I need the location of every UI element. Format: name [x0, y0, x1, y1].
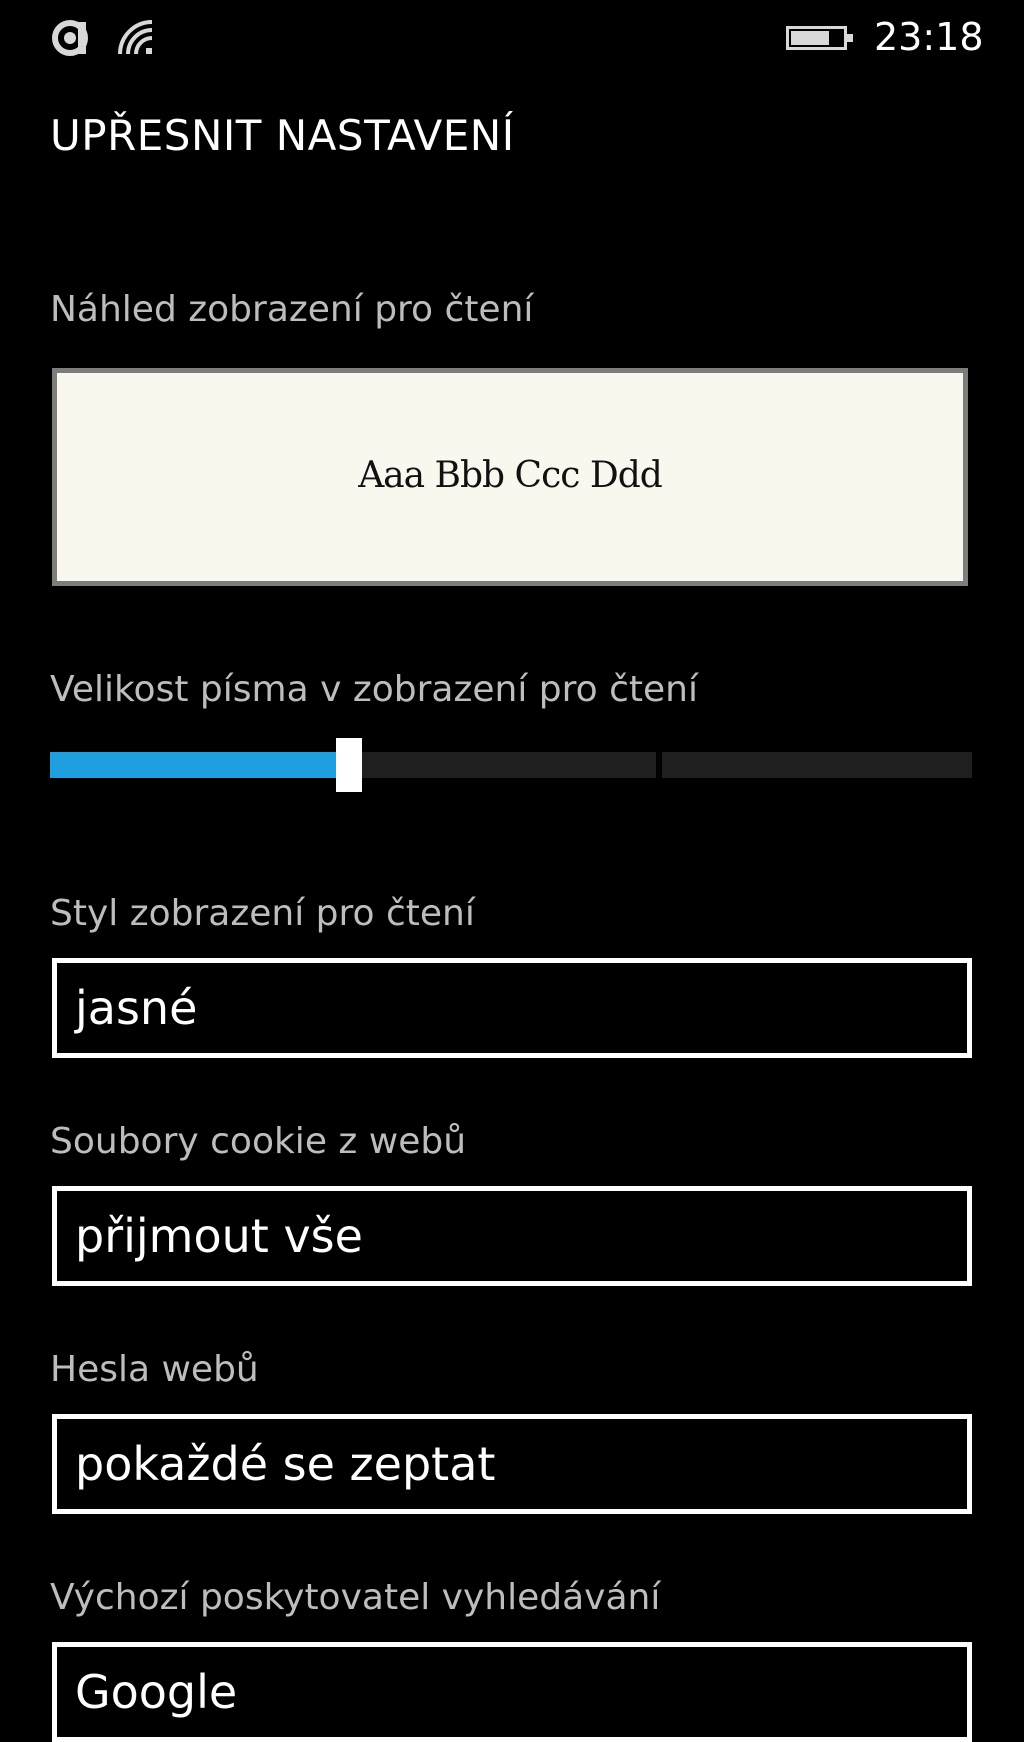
passwords-label: Hesla webů: [50, 1349, 259, 1390]
search-provider-label: Výchozí poskytovatel vyhledávání: [50, 1577, 661, 1618]
cookies-select[interactable]: přijmout vše: [52, 1186, 972, 1286]
passwords-select[interactable]: pokaždé se zeptat: [52, 1414, 972, 1514]
reading-style-label: Styl zobrazení pro čtení: [50, 893, 475, 934]
search-provider-select[interactable]: Google: [52, 1642, 972, 1742]
page-title: UPŘESNIT NASTAVENÍ: [50, 111, 515, 160]
reading-preview-label: Náhled zobrazení pro čtení: [50, 289, 534, 330]
font-size-label: Velikost písma v zobrazení pro čtení: [50, 669, 698, 710]
battery-icon: [786, 26, 853, 50]
reading-preview-sample: Aaa Bbb Ccc Ddd: [358, 454, 663, 496]
reading-preview-box: Aaa Bbb Ccc Ddd: [52, 368, 968, 586]
passwords-value: pokaždé se zeptat: [75, 1437, 496, 1491]
font-size-slider[interactable]: [50, 732, 972, 792]
reading-style-value: jasné: [75, 981, 198, 1035]
wifi-icon: [118, 20, 153, 55]
slider-thumb[interactable]: [336, 738, 362, 792]
slider-divider: [656, 752, 662, 778]
search-provider-value: Google: [75, 1665, 238, 1719]
slider-fill: [50, 752, 336, 778]
cookies-label: Soubory cookie z webů: [50, 1121, 467, 1162]
reading-style-select[interactable]: jasné: [52, 958, 972, 1058]
clock: 23:18: [874, 15, 984, 59]
signal-icon: [52, 20, 88, 56]
cookies-value: přijmout vše: [75, 1209, 363, 1263]
status-bar: 23:18: [0, 0, 1024, 80]
